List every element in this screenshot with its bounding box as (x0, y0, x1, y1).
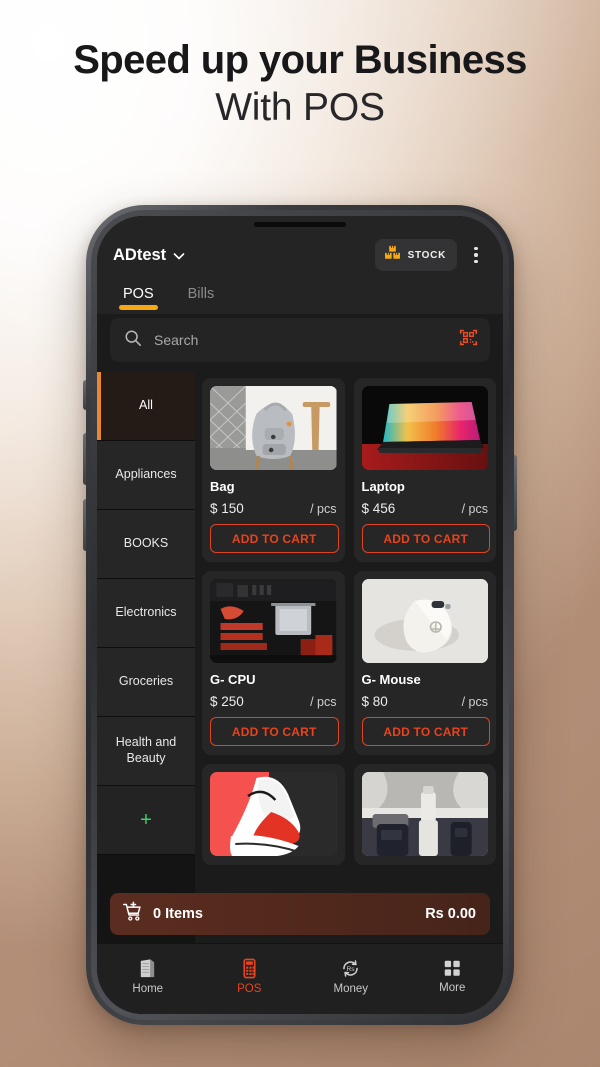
pos-terminal-icon (239, 958, 260, 979)
tab-bills[interactable]: Bills (184, 282, 219, 314)
product-name: Laptop (361, 479, 405, 494)
product-unit: / pcs (461, 502, 488, 516)
product-image-g-cpu (210, 579, 337, 663)
grid-squares-icon (442, 958, 462, 978)
search-input[interactable]: Search (154, 332, 447, 348)
nav-item-money[interactable]: Rs Money (300, 958, 402, 995)
product-grid: Bag $ 150 / pcs ADD TO CART Laptop $ 456… (195, 372, 503, 943)
product-name: Bag (210, 479, 235, 494)
product-unit: / pcs (461, 695, 488, 709)
product-image-bag (210, 386, 337, 470)
chevron-down-icon (173, 250, 185, 262)
nav-item-home[interactable]: Home (97, 958, 199, 995)
add-to-cart-button[interactable]: ADD TO CART (361, 524, 490, 553)
phone-mockup: ADtest STOCK POS Bills Search All Applia… (83, 205, 517, 1025)
stock-label: STOCK (407, 249, 446, 261)
nav-label: Home (132, 982, 164, 995)
qr-scan-icon[interactable] (459, 328, 478, 352)
category-item-health-and-beauty[interactable]: Health and Beauty (97, 717, 195, 786)
product-card-laptop[interactable]: Laptop $ 456 / pcs ADD TO CART (353, 378, 496, 562)
app-header: ADtest STOCK POS Bills (97, 216, 503, 314)
add-to-cart-button[interactable]: ADD TO CART (361, 717, 490, 746)
boxes-stack-icon (384, 245, 401, 265)
product-card-bag[interactable]: Bag $ 150 / pcs ADD TO CART (202, 378, 345, 562)
phone-volume-up-button[interactable] (83, 433, 86, 485)
category-item-all[interactable]: All (97, 372, 195, 441)
add-category-button[interactable]: + (97, 786, 195, 855)
pos-app: ADtest STOCK POS Bills Search All Applia… (97, 216, 503, 1014)
cart-items-count: 0 Items (153, 906, 203, 922)
product-name: G- Mouse (361, 672, 421, 687)
product-card-cosmetics[interactable] (353, 764, 496, 865)
product-card-sneaker[interactable] (202, 764, 345, 865)
cart-summary-bar[interactable]: 0 Items Rs 0.00 (110, 893, 490, 935)
stock-button[interactable]: STOCK (374, 239, 457, 271)
product-unit: / pcs (310, 502, 337, 516)
category-item-groceries[interactable]: Groceries (97, 648, 195, 717)
nav-label: POS (237, 982, 262, 995)
header-tabs: POS Bills (113, 272, 487, 314)
phone-screen: ADtest STOCK POS Bills Search All Applia… (97, 216, 503, 1014)
page-background: Speed up your Business With POS ADtest S… (0, 0, 600, 1067)
add-to-cart-button[interactable]: ADD TO CART (210, 717, 339, 746)
kebab-menu-icon[interactable] (465, 246, 487, 264)
category-list[interactable]: All Appliances BOOKS Electronics Groceri… (97, 372, 195, 943)
phone-volume-down-button[interactable] (83, 499, 86, 551)
nav-item-more[interactable]: More (402, 958, 504, 994)
category-item-electronics[interactable]: Electronics (97, 579, 195, 648)
search-bar[interactable]: Search (110, 318, 490, 362)
add-to-cart-button[interactable]: ADD TO CART (210, 524, 339, 553)
phone-earpiece-speaker (254, 222, 346, 227)
nav-item-pos[interactable]: POS (199, 958, 301, 995)
category-item-appliances[interactable]: Appliances (97, 441, 195, 510)
tab-pos[interactable]: POS (119, 282, 158, 314)
pos-body: All Appliances BOOKS Electronics Groceri… (97, 372, 503, 943)
product-price: $ 80 (361, 694, 388, 709)
product-card-g-cpu[interactable]: G- CPU $ 250 / pcs ADD TO CART (202, 571, 345, 755)
product-image-cosmetics (361, 772, 488, 856)
promo-headline-line1: Speed up your Business (73, 38, 527, 82)
product-card-g-mouse[interactable]: G- Mouse $ 80 / pcs ADD TO CART (353, 571, 496, 755)
search-icon (124, 329, 142, 352)
nav-label: Money (333, 982, 369, 995)
product-image-sneaker (210, 772, 337, 856)
product-name: G- CPU (210, 672, 256, 687)
product-price: $ 150 (210, 501, 244, 516)
business-selector[interactable]: ADtest (113, 246, 185, 265)
product-price: $ 250 (210, 694, 244, 709)
search-section: Search (97, 314, 503, 372)
rupee-refresh-icon: Rs (340, 958, 361, 979)
product-price: $ 456 (361, 501, 396, 516)
phone-mute-switch[interactable] (83, 380, 86, 410)
phone-power-button[interactable] (514, 455, 517, 531)
building-icon (137, 958, 158, 979)
svg-text:Rs: Rs (347, 966, 356, 973)
business-name: ADtest (113, 245, 167, 264)
category-item-books[interactable]: BOOKS (97, 510, 195, 579)
promo-headline-line2: With POS (215, 86, 385, 129)
product-image-g-mouse (361, 579, 488, 663)
cart-total-amount: Rs 0.00 (425, 906, 476, 922)
cart-plus-icon (122, 901, 143, 927)
nav-label: More (439, 982, 466, 994)
bottom-navigation: Home POS Rs Money More (97, 943, 503, 1014)
product-unit: / pcs (310, 695, 337, 709)
promo-headline: Speed up your Business With POS (0, 38, 600, 135)
product-image-laptop (361, 386, 488, 470)
